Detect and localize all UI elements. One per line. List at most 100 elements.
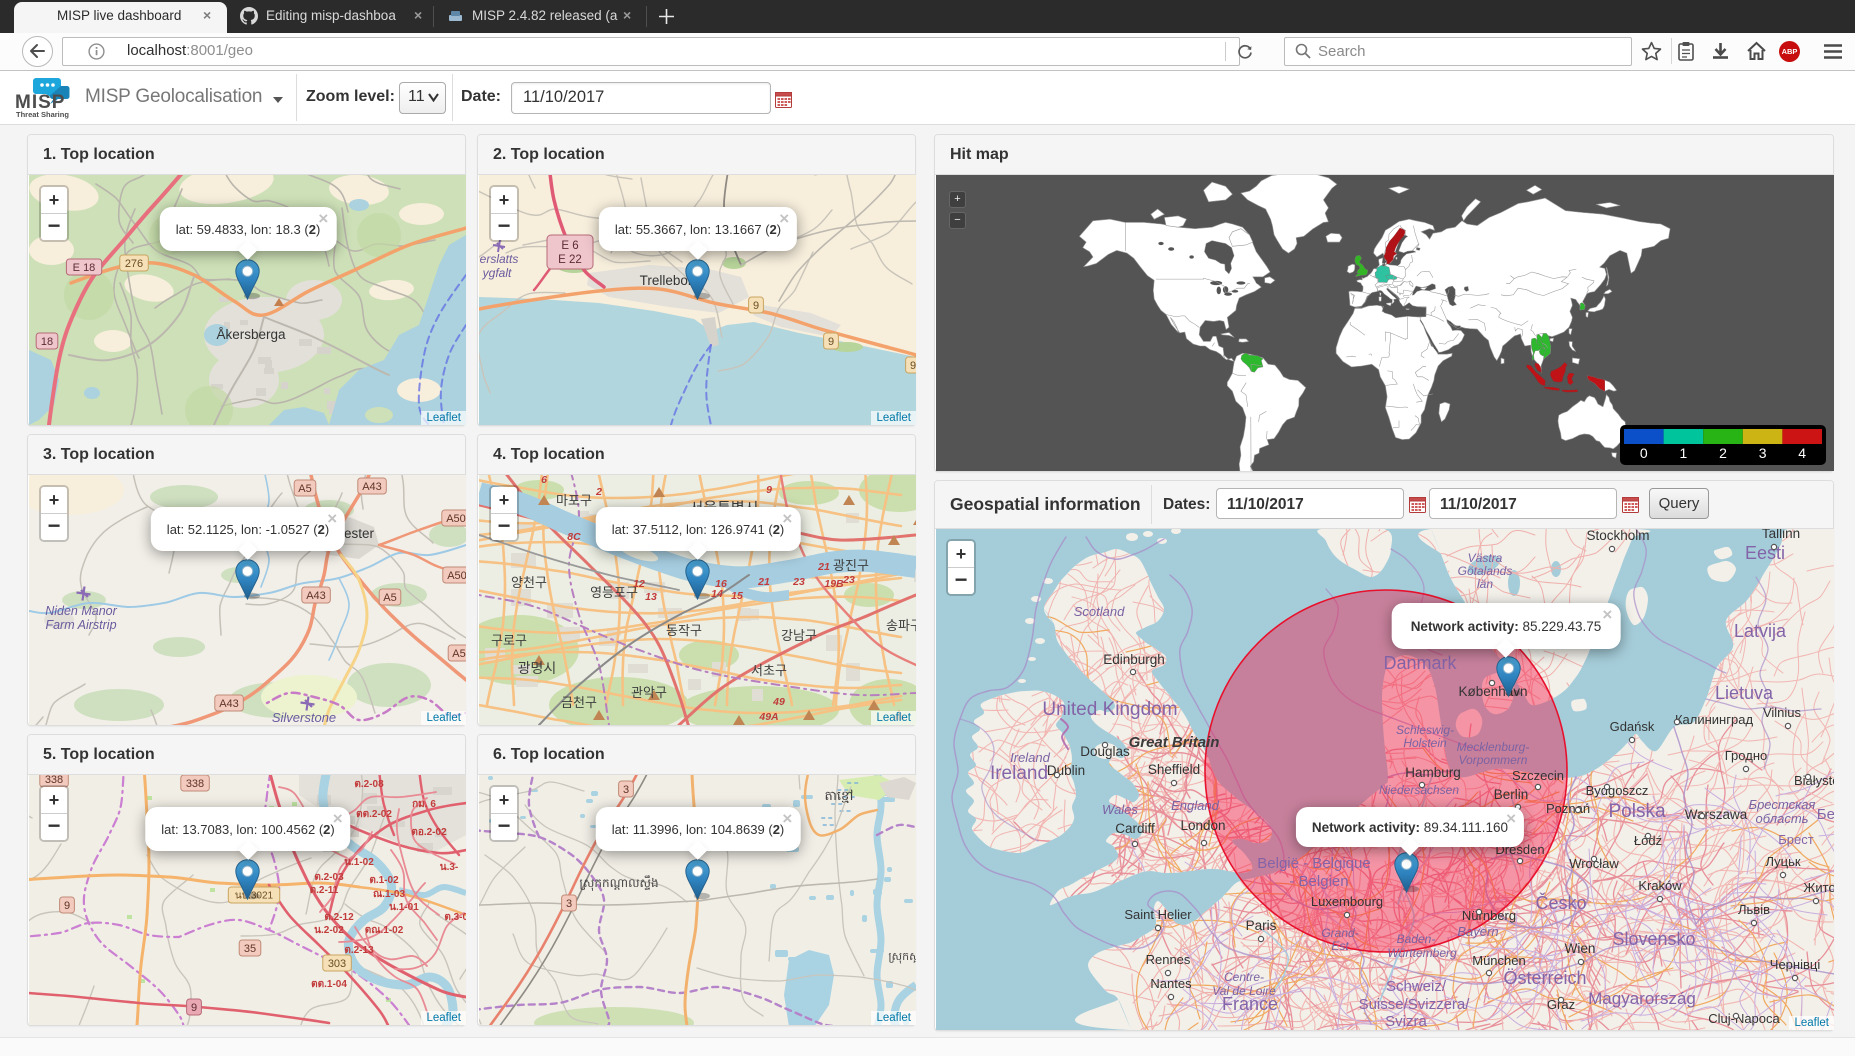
svg-text:England: England — [1171, 798, 1219, 813]
svg-text:A43: A43 — [219, 698, 239, 710]
svg-text:น.2-02: น.2-02 — [314, 925, 344, 936]
svg-text:Edinburgh: Edinburgh — [1103, 652, 1165, 667]
svg-text:A5: A5 — [383, 592, 396, 604]
svg-text:Калининград: Калининград — [1675, 712, 1753, 727]
svg-text:Ireland: Ireland — [1010, 750, 1051, 765]
svg-text:0: 0 — [1640, 445, 1648, 461]
svg-text:តាខ្មៅ: តាខ្មៅ — [825, 788, 854, 803]
svg-text:9: 9 — [191, 1002, 197, 1014]
svg-text:Paris: Paris — [1246, 918, 1277, 933]
svg-text:область: область — [1756, 811, 1809, 826]
svg-text:Kraków: Kraków — [1638, 878, 1682, 893]
svg-text:A5: A5 — [298, 483, 311, 495]
svg-text:Lietuva: Lietuva — [1715, 683, 1774, 703]
svg-text:Danmark: Danmark — [1383, 653, 1457, 673]
svg-text:ygfalt: ygfalt — [482, 266, 512, 280]
svg-text:Чернівці: Чернівці — [1770, 957, 1821, 972]
svg-text:E 22: E 22 — [558, 254, 582, 266]
svg-text:Val de Loire: Val de Loire — [1212, 984, 1276, 998]
svg-text:Hamburg: Hamburg — [1405, 765, 1461, 780]
svg-text:광진구: 광진구 — [833, 558, 869, 573]
svg-text:23: 23 — [842, 574, 855, 586]
svg-text:구로구: 구로구 — [491, 633, 527, 648]
svg-text:338: 338 — [186, 778, 204, 790]
svg-text:12: 12 — [633, 578, 645, 590]
svg-text:Svizra: Svizra — [1385, 1013, 1427, 1030]
svg-text:Житом: Житом — [1803, 880, 1834, 895]
svg-text:Centre-: Centre- — [1224, 970, 1264, 984]
svg-text:Tallinn: Tallinn — [1762, 529, 1800, 541]
svg-text:- Belgien: - Belgien — [1289, 873, 1348, 890]
svg-text:ต.2-08: ต.2-08 — [354, 779, 384, 790]
svg-text:Gdańsk: Gdańsk — [1610, 719, 1655, 734]
svg-text:6: 6 — [541, 475, 547, 486]
svg-text:Vilnius: Vilnius — [1763, 705, 1802, 720]
svg-text:Warszawa: Warszawa — [1685, 807, 1748, 822]
svg-text:ตอ.2-02: ตอ.2-02 — [411, 827, 447, 838]
svg-text:München: München — [1472, 953, 1525, 968]
svg-text:Württemberg: Württemberg — [1387, 946, 1457, 960]
svg-text:ต.2-13: ต.2-13 — [344, 945, 374, 956]
svg-text:Holstein: Holstein — [1403, 736, 1447, 750]
svg-text:Cluj-Napoca: Cluj-Napoca — [1708, 1011, 1780, 1026]
svg-text:영등포구: 영등포구 — [590, 585, 638, 600]
svg-text:London: London — [1180, 818, 1225, 833]
svg-text:ต.2-12: ต.2-12 — [324, 912, 354, 923]
svg-text:Гродно: Гродно — [1725, 748, 1767, 763]
svg-text:Бел: Бел — [1817, 806, 1834, 823]
svg-text:A5: A5 — [452, 648, 465, 660]
svg-text:16: 16 — [715, 578, 727, 590]
svg-text:ester: ester — [344, 526, 375, 541]
svg-text:น.1-02: น.1-02 — [344, 857, 374, 868]
svg-text:관악구: 관악구 — [631, 685, 667, 700]
svg-text:Nürnberg: Nürnberg — [1462, 908, 1516, 923]
svg-text:Wales: Wales — [1102, 802, 1138, 817]
svg-text:광명시: 광명시 — [518, 660, 557, 676]
svg-text:마포구: 마포구 — [556, 493, 592, 508]
svg-text:9: 9 — [64, 900, 70, 912]
svg-text:België - Belgique: België - Belgique — [1257, 855, 1370, 872]
svg-text:21: 21 — [757, 576, 770, 588]
svg-text:Berlin: Berlin — [1494, 787, 1529, 802]
svg-text:län: län — [1477, 577, 1493, 591]
svg-text:2: 2 — [595, 486, 602, 498]
svg-text:강남구: 강남구 — [781, 628, 817, 643]
svg-text:Брестская: Брестская — [1749, 797, 1816, 812]
svg-text:ต.3-04: ต.3-04 — [444, 912, 466, 923]
svg-text:23: 23 — [792, 576, 805, 588]
svg-text:9: 9 — [753, 300, 759, 312]
svg-text:19B: 19B — [824, 578, 844, 590]
svg-text:13: 13 — [645, 591, 657, 603]
svg-text:Dublin: Dublin — [1047, 763, 1085, 778]
svg-text:A50: A50 — [447, 570, 466, 582]
svg-text:9: 9 — [910, 360, 916, 372]
svg-text:ณ.1-03: ณ.1-03 — [373, 889, 406, 900]
svg-text:ស្រុកស្អ: ស្រុកស្អ — [888, 951, 916, 964]
svg-text:Threat Sharing: Threat Sharing — [16, 110, 69, 119]
svg-text:동작구: 동작구 — [666, 623, 702, 638]
svg-text:Farm Airstrip: Farm Airstrip — [45, 618, 116, 632]
svg-text:Est: Est — [1331, 939, 1349, 953]
svg-text:35: 35 — [244, 943, 256, 955]
svg-text:Sheffield: Sheffield — [1148, 762, 1200, 777]
svg-text:3: 3 — [1759, 445, 1767, 461]
svg-text:Österreich: Österreich — [1503, 968, 1586, 988]
svg-text:ต.2-11: ต.2-11 — [310, 885, 339, 896]
svg-text:Wien: Wien — [1565, 941, 1596, 956]
svg-text:Grand-: Grand- — [1321, 926, 1358, 940]
svg-text:Львів: Львів — [1738, 902, 1770, 917]
svg-text:Niden Manor: Niden Manor — [45, 604, 117, 618]
svg-text:49: 49 — [772, 696, 785, 708]
svg-text:49A: 49A — [758, 711, 778, 723]
svg-text:Ireland: Ireland — [990, 763, 1048, 784]
svg-text:Луцьк: Луцьк — [1765, 854, 1800, 869]
svg-text:Mecklenburg-: Mecklenburg- — [1457, 740, 1530, 754]
svg-text:18: 18 — [41, 336, 53, 348]
svg-text:276: 276 — [125, 258, 143, 270]
svg-text:Baden-: Baden- — [1397, 932, 1436, 946]
svg-text:ต.2-03: ต.2-03 — [314, 872, 344, 883]
svg-text:21: 21 — [817, 561, 830, 573]
svg-text:송파구: 송파구 — [886, 618, 916, 633]
svg-text:น.3-: น.3- — [440, 862, 459, 873]
svg-text:A43: A43 — [306, 590, 326, 602]
